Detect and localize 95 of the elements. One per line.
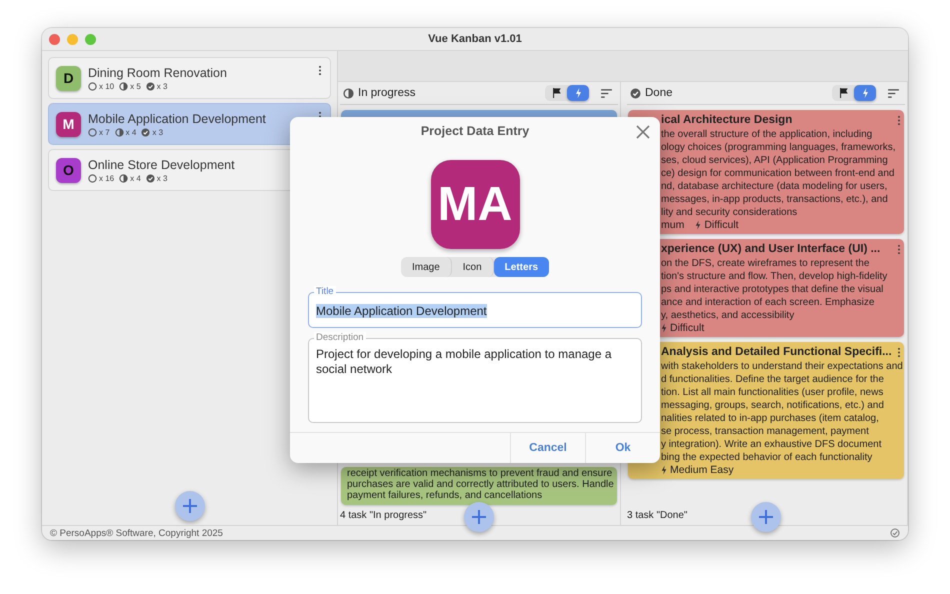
task-tag: mum xyxy=(661,219,684,231)
more-icon[interactable] xyxy=(897,347,901,358)
task-description-line: on the DFS, create wireframes to represent the xyxy=(661,257,870,270)
task-description-line: d functionalities. Define the target audience for the xyxy=(661,373,885,386)
task-tag: Medium Easy xyxy=(670,464,734,476)
copyright-text: © PersoApps® Software, Copyright 2025 xyxy=(50,528,223,538)
half-circle-icon xyxy=(119,174,128,182)
task-count: 4 task "In progress" xyxy=(340,510,427,520)
bolt-icon xyxy=(574,88,582,98)
circle-icon xyxy=(88,174,97,182)
task-description-line: nd, database architecture (data modeling for users, xyxy=(661,180,888,193)
done-count: x 3 xyxy=(156,82,168,90)
check-circle-icon xyxy=(630,88,641,98)
task-title: Analysis and Detailed Functional Specifi... xyxy=(661,345,892,360)
todo-count: x 16 xyxy=(99,174,114,182)
task-description-line: messaging, groups, search, notifications, etc.) and xyxy=(661,399,885,412)
column-title: In progress xyxy=(358,87,417,99)
dialog-button[interactable]: Cancel xyxy=(510,433,585,463)
project-avatar: O xyxy=(56,158,81,182)
field-value: Project for developing a mobile application to manage a social network xyxy=(316,347,613,377)
project-avatar: D xyxy=(56,66,81,90)
task-count: 3 task "Done" xyxy=(627,510,688,520)
task-description-line: ps and interactive prototypes that define the visual xyxy=(661,283,884,296)
field-label: Description xyxy=(314,332,366,343)
todo-count: x 7 xyxy=(99,128,110,136)
check-circle-icon xyxy=(146,82,155,90)
mode-tab[interactable]: Image xyxy=(400,257,452,277)
task-description-line: ses, cloud services), API (Application Programming xyxy=(661,154,889,167)
done-count: x 3 xyxy=(152,128,164,136)
task-description-line: payment failures, refunds, and cancellations xyxy=(347,490,544,501)
flag-icon xyxy=(838,88,848,98)
circle-icon xyxy=(88,128,97,136)
window-title: Vue Kanban v1.01 xyxy=(428,33,522,45)
add-button[interactable] xyxy=(174,491,204,521)
in-progress-count: x 4 xyxy=(126,128,136,136)
check-circle-icon xyxy=(890,528,900,538)
task-description-line: receipt verification mechanisms to prevent fraud and ensure xyxy=(347,468,611,479)
task-description-line: ology choices (programming languages, frameworks, xyxy=(661,141,897,154)
in-progress-count: x 4 xyxy=(130,174,141,182)
check-circle-icon xyxy=(141,128,150,136)
task-description-line: tion. List all main functionalities (user profile, news xyxy=(661,386,884,399)
dialog-title: Project Data Entry xyxy=(420,124,530,138)
flag-icon xyxy=(552,88,560,98)
task-description-line: tion's structure and flow. Then, develop high-fidelity xyxy=(661,270,888,283)
task-description-line: ance and interaction of each screen. Emphasize xyxy=(661,296,876,309)
task-description-line: with stakeholders to understand their expectations and xyxy=(661,360,901,373)
half-circle-icon xyxy=(114,128,124,136)
field-label: Title xyxy=(314,286,336,297)
add-button[interactable] xyxy=(751,502,781,532)
done-count: x 3 xyxy=(156,174,168,182)
task-description-line: messages, in-app products, transactions, etc.), and xyxy=(661,193,889,206)
task-description-line: ce) design for communication between front-end and xyxy=(661,167,896,180)
bolt-icon xyxy=(695,220,702,230)
close-button[interactable] xyxy=(636,125,650,139)
circle-icon xyxy=(88,82,97,90)
project-card[interactable]: D Dining Room Renovation x 10 x 5 x 3 xyxy=(48,57,331,99)
sort-icon[interactable] xyxy=(888,88,899,98)
task-tag: Difficult xyxy=(670,322,704,334)
task-description-line: purchases are valid and correctly attributed to users. Handle xyxy=(347,479,611,490)
half-circle-icon xyxy=(343,88,354,98)
task-description-line: se process, transaction management, payment xyxy=(661,425,870,438)
bolt-icon xyxy=(862,88,868,98)
project-title: Mobile Application Development xyxy=(88,112,267,126)
task-description-line: y integration). Write an exhaustive DFS document xyxy=(661,438,882,451)
project-title: Online Store Development xyxy=(88,158,236,172)
column-title: Done xyxy=(645,87,674,99)
sort-icon[interactable] xyxy=(601,88,612,98)
task-description-line: nalities related to in-app purchases (item catalog, xyxy=(661,412,880,425)
task-tag: Difficult xyxy=(704,219,739,231)
half-circle-icon xyxy=(119,82,128,90)
todo-count: x 10 xyxy=(99,82,114,90)
task-title: ical Architecture Design xyxy=(661,113,792,128)
plus-icon xyxy=(182,498,198,514)
project-avatar: MA xyxy=(430,160,520,249)
task-description-line: lity and security considerations xyxy=(661,206,798,219)
close-window-button[interactable] xyxy=(49,34,60,44)
plus-icon xyxy=(758,509,774,525)
in-progress-count: x 5 xyxy=(130,82,141,90)
task-card[interactable]: receipt verification mechanisms to prevent fraud and ensure purchases are valid and correctly attributed to users. Handle payment failures, refunds, and cancellations xyxy=(341,467,617,505)
project-avatar: M xyxy=(56,112,81,136)
bolt-filter-button[interactable] xyxy=(567,85,589,101)
plus-icon xyxy=(471,509,487,525)
task-description-line: the overall structure of the application, including xyxy=(661,128,874,141)
mode-tab[interactable]: Letters xyxy=(494,257,550,277)
field-value: Mobile Application Development xyxy=(316,304,487,318)
task-description-line: y, aesthetics, and accessibility xyxy=(661,309,796,322)
bolt-icon xyxy=(661,465,667,475)
bolt-filter-button[interactable] xyxy=(854,85,876,101)
task-title: xperience (UX) and User Interface (UI) ... xyxy=(661,242,880,257)
project-title: Dining Room Renovation xyxy=(88,66,228,80)
more-icon[interactable] xyxy=(318,65,322,76)
dialog-button[interactable]: Ok xyxy=(585,433,660,463)
task-description-line: bing the expected behavior of each functionality xyxy=(661,451,874,464)
check-circle-icon xyxy=(146,174,155,182)
project-card[interactable]: M Mobile Application Development x 7 x 4 x 3 xyxy=(48,103,331,145)
